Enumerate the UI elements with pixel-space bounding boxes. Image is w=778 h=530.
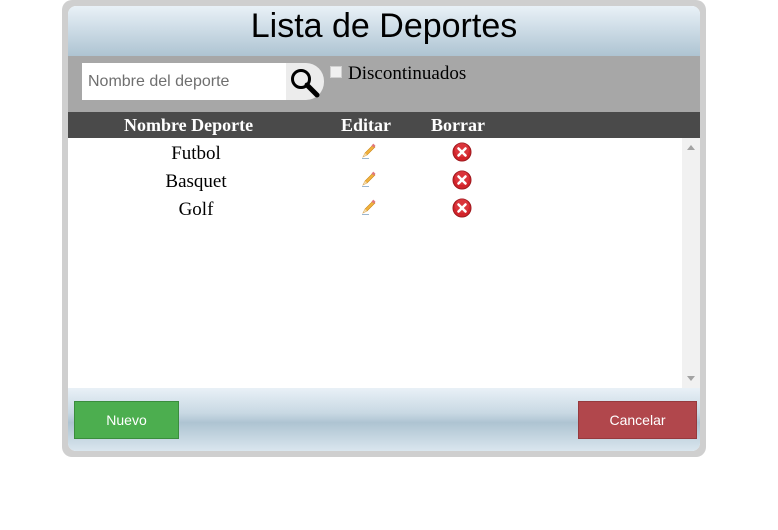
search-input[interactable] <box>82 63 286 100</box>
delete-icon[interactable] <box>452 170 472 190</box>
scroll-up-arrow-icon[interactable] <box>687 145 695 150</box>
sport-name: Futbol <box>171 143 221 164</box>
dialog-window: Lista de Deportes Discontinuados Nombre … <box>62 0 706 457</box>
table-row: Golf <box>68 196 682 224</box>
header-editar: Editar <box>341 115 392 135</box>
vertical-scrollbar[interactable] <box>682 138 700 388</box>
magnifier-icon <box>291 69 320 98</box>
delete-icon[interactable] <box>452 198 472 218</box>
pencil-icon[interactable] <box>360 142 378 160</box>
sport-name: Golf <box>178 199 214 220</box>
discontinued-checkbox[interactable] <box>330 66 342 78</box>
table-row: Basquet <box>68 168 682 196</box>
discontinued-label: Discontinuados <box>348 63 467 84</box>
search-button[interactable] <box>286 63 324 100</box>
footer-bar: Nuevo Cancelar <box>68 388 700 451</box>
dialog-title: Lista de Deportes <box>250 7 518 45</box>
pencil-icon[interactable] <box>360 170 378 188</box>
scroll-down-arrow-icon[interactable] <box>687 376 695 381</box>
table-body: Futbol Basquet Golf <box>68 138 700 388</box>
cancel-button[interactable]: Cancelar <box>578 401 697 439</box>
title-bar: Lista de Deportes <box>68 6 700 56</box>
pencil-icon[interactable] <box>360 198 378 216</box>
table-row: Futbol <box>68 140 682 168</box>
sport-name: Basquet <box>165 171 227 192</box>
search-bar: Discontinuados <box>68 56 700 112</box>
delete-icon[interactable] <box>452 142 472 162</box>
header-nombre-deporte: Nombre Deporte <box>124 115 254 135</box>
dialog-body: Lista de Deportes Discontinuados Nombre … <box>68 6 700 451</box>
header-borrar: Borrar <box>431 115 485 135</box>
new-button[interactable]: Nuevo <box>74 401 179 439</box>
table-header: Nombre Deporte Editar Borrar <box>68 112 700 138</box>
